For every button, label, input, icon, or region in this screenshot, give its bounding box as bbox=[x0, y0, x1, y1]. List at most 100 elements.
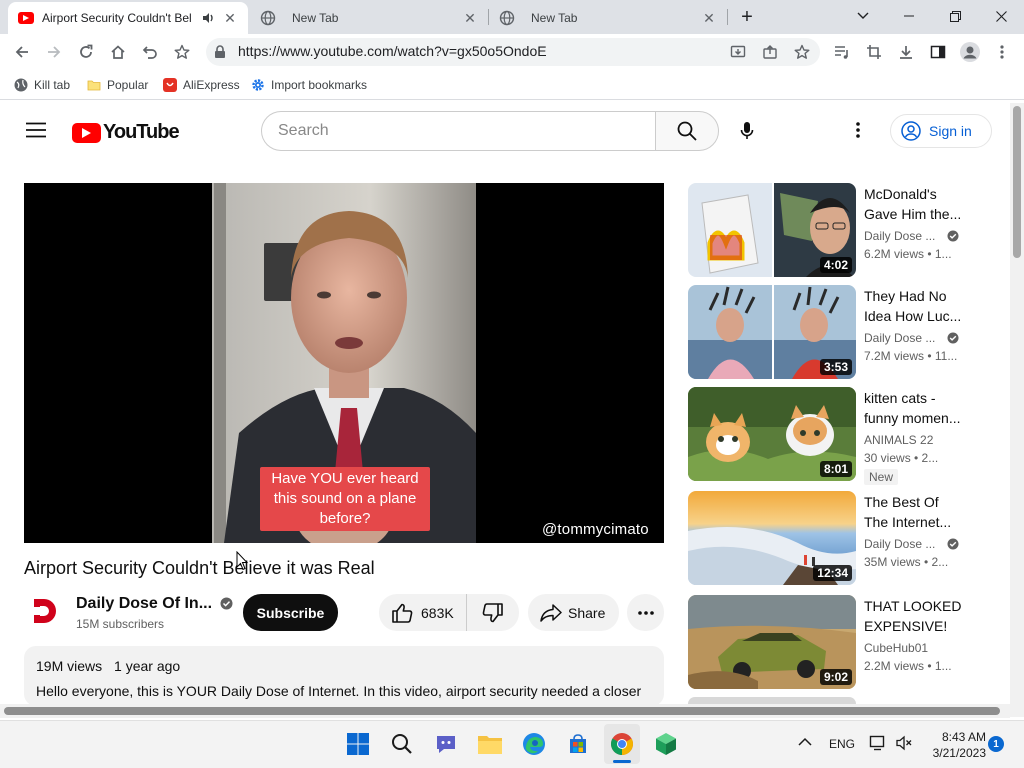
chrome-taskbar-icon[interactable] bbox=[604, 724, 640, 764]
active-app-indicator bbox=[613, 760, 631, 763]
share-label: Share bbox=[568, 604, 606, 621]
recommendation-title[interactable]: They Had No Idea How Luc... bbox=[864, 286, 968, 326]
recommendation-channel[interactable]: Daily Dose ... bbox=[864, 331, 974, 345]
recommendation-title[interactable]: THAT LOOKED EXPENSIVE! bbox=[864, 596, 968, 636]
crop-icon[interactable] bbox=[858, 34, 890, 70]
settings-more-icon[interactable] bbox=[856, 122, 860, 138]
network-display-icon[interactable] bbox=[869, 734, 887, 752]
tab-youtube[interactable]: Airport Security Couldn't Bel ✕ bbox=[8, 2, 248, 34]
back-icon[interactable] bbox=[6, 34, 38, 70]
dislike-button[interactable] bbox=[467, 594, 519, 631]
search-icon bbox=[677, 121, 697, 141]
more-actions-button[interactable] bbox=[627, 594, 664, 631]
recommendation-item[interactable]: 3:53 They Had No Idea How Luc... Daily D… bbox=[688, 285, 988, 379]
restore-icon[interactable] bbox=[932, 0, 978, 32]
share-page-icon[interactable] bbox=[754, 34, 786, 70]
vertical-scrollbar-thumb[interactable] bbox=[1013, 106, 1021, 258]
home-icon[interactable] bbox=[102, 34, 134, 70]
audio-playing-icon[interactable] bbox=[202, 12, 216, 24]
channel-name[interactable]: Daily Dose Of In... bbox=[76, 595, 233, 613]
title-line: Idea How Luc... bbox=[864, 308, 962, 324]
tab-new-tab-1[interactable]: New Tab ✕ bbox=[250, 2, 488, 34]
new-badge: New bbox=[864, 469, 899, 485]
recommendation-channel[interactable]: ANIMALS 22 bbox=[864, 433, 974, 447]
bookmark-popular[interactable]: Popular bbox=[87, 76, 148, 94]
bookmark-kill-tab[interactable]: Kill tab bbox=[14, 76, 70, 94]
microsoft-store-icon[interactable] bbox=[560, 724, 596, 764]
chrome-menu-icon[interactable] bbox=[986, 34, 1018, 70]
search-button[interactable] bbox=[655, 111, 719, 151]
tab-new-tab-2[interactable]: New Tab ✕ bbox=[489, 2, 727, 34]
download-icon[interactable] bbox=[890, 34, 922, 70]
search-input[interactable] bbox=[262, 112, 656, 150]
description-box[interactable]: 19M views 1 year ago Hello everyone, thi… bbox=[24, 646, 664, 706]
recommendation-channel[interactable]: Daily Dose ... bbox=[864, 537, 974, 551]
edge-browser-icon[interactable] bbox=[516, 724, 552, 764]
notification-badge[interactable]: 1 bbox=[988, 736, 1004, 752]
close-tab-icon[interactable]: ✕ bbox=[222, 10, 238, 26]
browser-toolbar: https://www.youtube.com/watch?v=gx50o5On… bbox=[0, 34, 1024, 70]
share-button[interactable]: Share bbox=[528, 594, 619, 631]
minimize-icon[interactable] bbox=[886, 0, 932, 32]
video-thumbnail[interactable]: 8:01 bbox=[688, 387, 856, 481]
close-tab-icon[interactable]: ✕ bbox=[462, 10, 478, 26]
channel-text: Daily Dose ... bbox=[864, 537, 936, 551]
video-thumbnail[interactable]: 9:02 bbox=[688, 595, 856, 689]
like-button[interactable]: 683K bbox=[379, 594, 467, 631]
horizontal-scrollbar-thumb[interactable] bbox=[4, 707, 1000, 715]
volume-muted-icon[interactable] bbox=[895, 734, 913, 752]
verified-check-icon bbox=[220, 597, 233, 610]
sign-in-button[interactable]: Sign in bbox=[890, 114, 992, 148]
side-panel-icon[interactable] bbox=[922, 34, 954, 70]
channel-text: Daily Dose ... bbox=[864, 331, 936, 345]
recommendation-channel[interactable]: Daily Dose ... bbox=[864, 229, 974, 243]
show-hidden-icons-chevron-icon[interactable] bbox=[798, 737, 812, 746]
account-circle-icon bbox=[901, 121, 921, 141]
lock-icon[interactable] bbox=[214, 45, 226, 59]
teams-chat-icon[interactable] bbox=[428, 724, 464, 764]
forward-icon[interactable] bbox=[38, 34, 70, 70]
install-app-icon[interactable] bbox=[722, 34, 754, 70]
url-text[interactable]: https://www.youtube.com/watch?v=gx50o5On… bbox=[238, 43, 547, 59]
taskbar-search-icon[interactable] bbox=[384, 724, 420, 764]
video-thumbnail[interactable]: 12:34 bbox=[688, 491, 856, 585]
video-thumbnail[interactable]: 3:53 bbox=[688, 285, 856, 379]
bookmark-aliexpress[interactable]: AliExpress bbox=[163, 76, 240, 94]
star-icon[interactable] bbox=[166, 34, 198, 70]
youtube-wordmark: YouTube bbox=[103, 121, 180, 143]
file-explorer-icon[interactable] bbox=[472, 724, 508, 764]
cube-app-icon[interactable] bbox=[648, 724, 684, 764]
recommendation-item[interactable]: 8:01 kitten cats - funny momen... ANIMAL… bbox=[688, 387, 988, 485]
recommendation-item[interactable]: 4:02 McDonald's Gave Him the... Daily Do… bbox=[688, 183, 988, 277]
recommendation-title[interactable]: kitten cats - funny momen... bbox=[864, 388, 968, 428]
subscribe-button[interactable]: Subscribe bbox=[243, 594, 338, 631]
media-control-icon[interactable] bbox=[826, 34, 858, 70]
undo-icon[interactable] bbox=[134, 34, 166, 70]
clock[interactable]: 8:43 AM 3/21/2023 bbox=[922, 729, 986, 761]
tab-search-chevron-icon[interactable] bbox=[840, 0, 886, 32]
profile-avatar-icon[interactable] bbox=[954, 34, 986, 70]
voice-search-icon[interactable] bbox=[736, 119, 758, 143]
windows-start-icon[interactable] bbox=[340, 724, 376, 764]
new-tab-icon[interactable]: + bbox=[736, 6, 758, 28]
recommendation-thumbnail-partial[interactable] bbox=[688, 697, 856, 704]
recommendation-meta: 30 views • 2... bbox=[864, 451, 939, 465]
channel-avatar[interactable] bbox=[24, 591, 64, 631]
recommendation-item[interactable]: 12:34 The Best Of The Internet... Daily … bbox=[688, 491, 988, 585]
recommendation-title[interactable]: The Best Of The Internet... bbox=[864, 492, 968, 532]
globe-icon bbox=[260, 10, 276, 26]
tab-title: Airport Security Couldn't Bel bbox=[42, 11, 192, 25]
bookmark-star-icon[interactable] bbox=[786, 34, 818, 70]
bookmark-import-bookmarks[interactable]: Import bookmarks bbox=[251, 76, 367, 94]
language-indicator[interactable]: ENG bbox=[829, 737, 855, 751]
title-line: They Had No bbox=[864, 288, 947, 304]
hamburger-menu-icon[interactable] bbox=[26, 122, 46, 138]
recommendation-item[interactable]: 9:02 THAT LOOKED EXPENSIVE! CubeHub01 2.… bbox=[688, 595, 988, 689]
video-thumbnail[interactable]: 4:02 bbox=[688, 183, 856, 277]
recommendation-title[interactable]: McDonald's Gave Him the... bbox=[864, 184, 968, 224]
close-window-icon[interactable] bbox=[978, 0, 1024, 32]
youtube-logo[interactable]: YouTube bbox=[72, 121, 180, 144]
reload-icon[interactable] bbox=[70, 34, 102, 70]
recommendation-channel[interactable]: CubeHub01 bbox=[864, 641, 974, 655]
close-tab-icon[interactable]: ✕ bbox=[701, 10, 717, 26]
